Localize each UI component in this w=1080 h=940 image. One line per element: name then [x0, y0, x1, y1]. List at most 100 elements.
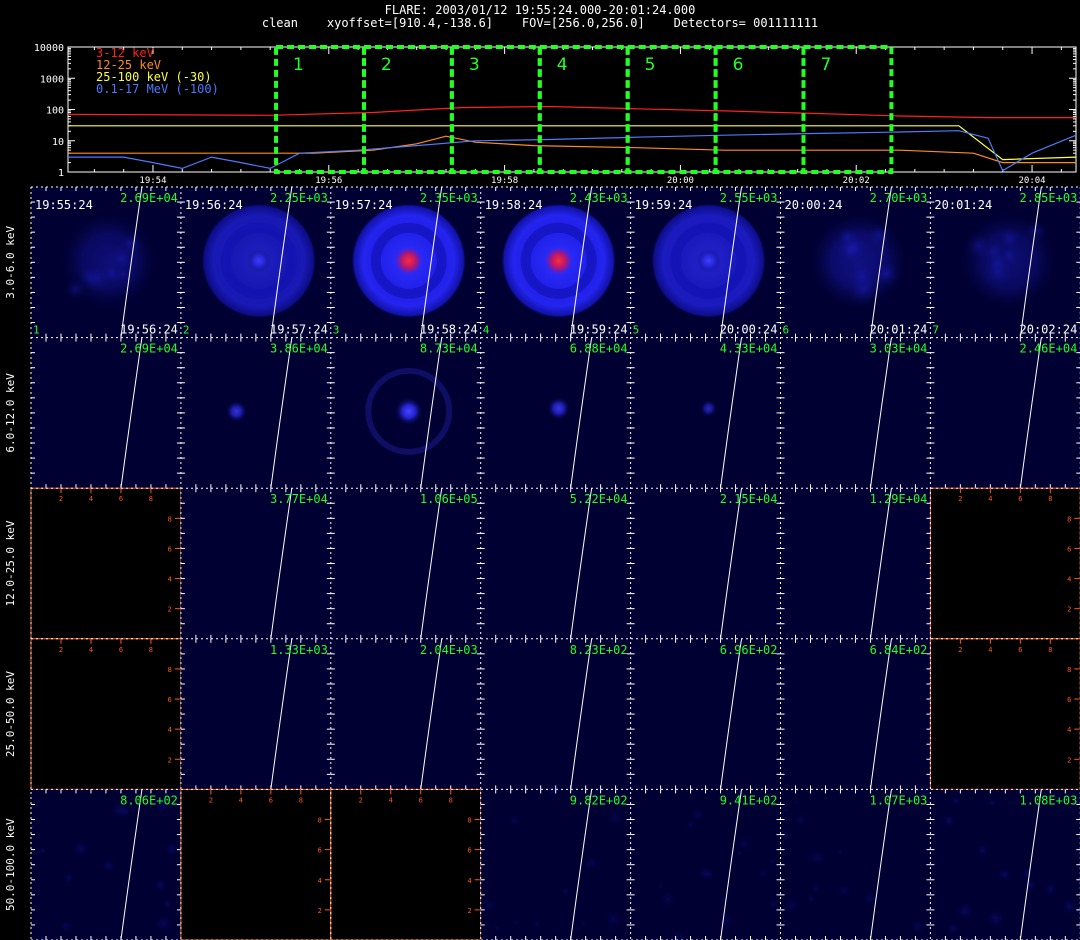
- image-cell-r4-c3: [330, 638, 481, 790]
- empty-panel-tick-label: 6: [119, 646, 123, 654]
- emission-speckle: [573, 925, 580, 932]
- emission-speckle: [29, 823, 37, 831]
- panel-max-value: 6.84E+02: [870, 643, 928, 657]
- emission-speckle: [996, 866, 1013, 883]
- panel-max-value: 1.06E+05: [420, 492, 478, 506]
- empty-panel-tick-label: 4: [988, 646, 992, 654]
- panel-end-time: 19:57:24: [270, 323, 328, 337]
- emission-blob: [982, 248, 1012, 278]
- emission-speckle: [507, 813, 522, 828]
- panel-max-value: 6.88E+04: [570, 342, 628, 356]
- panel-index: 6: [783, 324, 790, 337]
- emission-speckle: [735, 835, 753, 853]
- image-cell-r2-c6: [780, 337, 931, 489]
- panel-end-time: 20:00:24: [720, 323, 778, 337]
- image-cell-r3-c5: [630, 488, 781, 639]
- empty-panel-tick-label: 2: [209, 796, 213, 804]
- panel-max-value: 2.69E+04: [120, 342, 178, 356]
- panel-max-value: 1.29E+04: [870, 492, 928, 506]
- emission-speckle: [1021, 876, 1039, 893]
- empty-panel-tick-label: 8: [318, 817, 322, 825]
- emission-speckle: [767, 898, 780, 911]
- panel-start-time: 19:58:24: [485, 198, 543, 212]
- emission-speckle: [560, 886, 571, 897]
- panel-index: 7: [932, 324, 939, 337]
- image-cell-r4-c5: [630, 638, 781, 790]
- panel-max-value: 2.43E+03: [570, 191, 628, 205]
- row-label-3: 12.0-25.0 keV: [4, 520, 17, 606]
- panel-max-value: 2.46E+04: [1020, 342, 1078, 356]
- emission-speckle: [702, 867, 716, 881]
- panel-end-time: 19:59:24: [570, 323, 628, 337]
- emission-speckle: [100, 857, 117, 874]
- image-cell-r4-c7: [929, 638, 1080, 790]
- empty-panel-tick-label: 4: [318, 877, 322, 885]
- image-cell-r4-c4: [480, 638, 631, 790]
- emission-speckle: [580, 920, 588, 928]
- empty-panel-tick-label: 2: [318, 907, 322, 915]
- empty-panel-tick-label: 4: [89, 646, 93, 654]
- empty-panel-tick-label: 2: [467, 907, 471, 915]
- emission-speckle: [603, 909, 624, 930]
- empty-panel-tick-label: 8: [168, 515, 172, 523]
- empty-panel-tick-label: 8: [168, 666, 172, 674]
- panel-max-value: 2.15E+04: [720, 492, 778, 506]
- emission-speckle: [689, 806, 706, 823]
- panel-max-value: 2.04E+03: [420, 643, 478, 657]
- panel-start-time: 20:00:24: [785, 198, 843, 212]
- empty-panel-tick-label: 8: [1067, 515, 1071, 523]
- image-cell-r2-c2: [180, 337, 331, 489]
- image-cell-r5-c6: [780, 789, 931, 940]
- emission-speckle: [941, 813, 956, 829]
- panel-max-value: 2.35E+03: [420, 191, 478, 205]
- panel-max-value: 3.03E+04: [870, 342, 928, 356]
- empty-panel-tick-label: 8: [449, 796, 453, 804]
- panel-max-value: 9.82E+02: [570, 793, 628, 807]
- empty-panel-tick-label: 2: [958, 495, 962, 503]
- panel-max-value: 2.25E+03: [270, 191, 328, 205]
- empty-panel-tick-label: 4: [168, 576, 172, 584]
- emission-core: [696, 248, 721, 273]
- empty-panel-tick-label: 4: [168, 726, 172, 734]
- panel-start-time: 20:01:24: [934, 198, 992, 212]
- panel-max-value: 8.23E+02: [570, 643, 628, 657]
- panel-max-value: 2.55E+03: [720, 191, 778, 205]
- empty-panel-tick-label: 6: [119, 495, 123, 503]
- emission-speckle: [946, 922, 960, 936]
- panel-max-value: 3.77E+04: [270, 492, 328, 506]
- emission-speckle: [807, 848, 827, 869]
- empty-panel-tick-label: 8: [1048, 495, 1052, 503]
- empty-panel-tick-label: 6: [467, 847, 471, 855]
- panel-start-time: 19:57:24: [335, 198, 393, 212]
- empty-panel-tick-label: 8: [299, 796, 303, 804]
- emission-speckle: [493, 923, 502, 932]
- panel-end-time: 19:56:24: [120, 323, 178, 337]
- empty-panel-tick-label: 6: [168, 696, 172, 704]
- panel-index: 1: [33, 324, 40, 337]
- emission-speckle: [986, 908, 1006, 928]
- panel-max-value: 6.96E+02: [720, 643, 778, 657]
- emission-speckle: [987, 798, 998, 808]
- panel-end-time: 20:01:24: [870, 323, 928, 337]
- emission-source: [699, 399, 718, 418]
- panel-max-value: 8.73E+04: [420, 342, 478, 356]
- emission-speckle: [154, 914, 173, 933]
- panel-max-value: 8.06E+02: [120, 793, 178, 807]
- emission-core: [543, 245, 574, 276]
- empty-panel-tick-label: 2: [168, 756, 172, 764]
- image-cell-r3-c1: [30, 487, 182, 640]
- empty-panel-tick-label: 2: [1067, 756, 1071, 764]
- image-grid: 3.0-6.0 keV 6.0-12.0 keV 12.0-25.0 keV 25.0…: [4, 186, 1080, 940]
- emission-speckle: [59, 919, 73, 933]
- empty-panel-tick-label: 4: [239, 796, 243, 804]
- panel-index: 3: [333, 324, 340, 337]
- image-cell-r3-c7: [929, 487, 1080, 640]
- emission-speckle: [38, 846, 47, 855]
- emission-speckle: [782, 806, 790, 814]
- image-cell-r4-c1: [30, 638, 182, 790]
- panel-start-time: 19:55:24: [35, 198, 93, 212]
- emission-speckle: [63, 872, 75, 884]
- emission-speckle: [805, 893, 816, 904]
- empty-panel-tick-label: 4: [1067, 576, 1071, 584]
- emission-speckle: [532, 920, 541, 928]
